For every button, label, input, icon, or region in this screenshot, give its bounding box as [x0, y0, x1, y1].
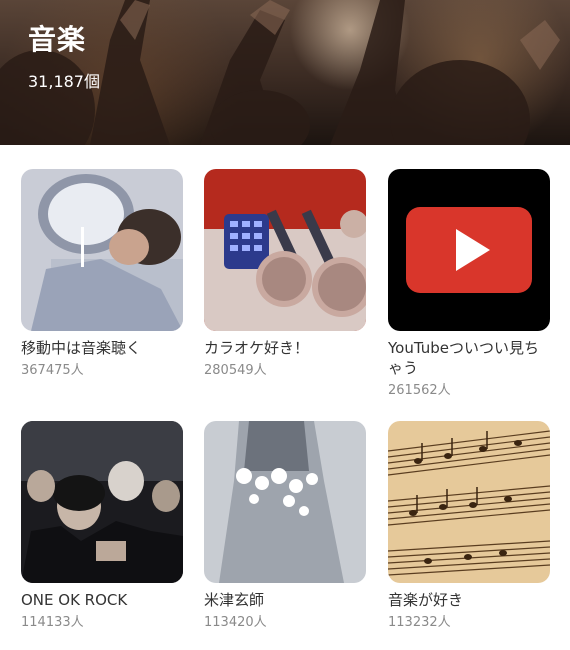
community-name: カラオケ好き！ [204, 339, 310, 357]
member-count: 114133人 [21, 615, 84, 630]
community-thumbnail[interactable] [388, 421, 550, 583]
sheet-music-photo [388, 421, 550, 583]
category-title: 音楽 [28, 23, 87, 56]
member-count: 367475人 [21, 363, 84, 378]
band-photo [21, 421, 183, 583]
category-count: 31,187個 [28, 72, 100, 91]
member-count: 280549人 [204, 363, 267, 378]
community-name: 移動中は音楽聴く [21, 339, 142, 357]
member-count: 113232人 [388, 615, 451, 630]
community-name: 米津玄師 [204, 591, 265, 609]
community-name: 音楽が好き [388, 591, 464, 609]
community-card[interactable]: 音楽が好き 113232人 [388, 421, 550, 630]
category-header: 音楽 31,187個 [0, 0, 570, 145]
community-thumbnail[interactable] [21, 421, 183, 583]
community-name: YouTubeついつい見ちゃう [388, 339, 539, 377]
community-card[interactable]: 移動中は音楽聴く 367475人 [21, 169, 183, 378]
flower-dress-photo [204, 421, 366, 583]
community-card[interactable]: カラオケ好き！ 280549人 [204, 169, 366, 378]
community-card[interactable]: YouTubeついつい見ちゃう 261562人 [388, 169, 550, 398]
earphones-person-photo [21, 169, 183, 331]
community-card[interactable]: 米津玄師 113420人 [204, 421, 366, 630]
community-thumbnail[interactable] [204, 421, 366, 583]
karaoke-microphones-photo [204, 169, 366, 331]
youtube-icon [388, 169, 550, 331]
community-thumbnail[interactable] [204, 169, 366, 331]
community-thumbnail[interactable] [21, 169, 183, 331]
member-count: 261562人 [388, 383, 451, 398]
community-name: ONE OK ROCK [21, 591, 128, 609]
community-thumbnail[interactable] [388, 169, 550, 331]
community-card[interactable]: ONE OK ROCK 114133人 [21, 421, 183, 630]
member-count: 113420人 [204, 615, 267, 630]
